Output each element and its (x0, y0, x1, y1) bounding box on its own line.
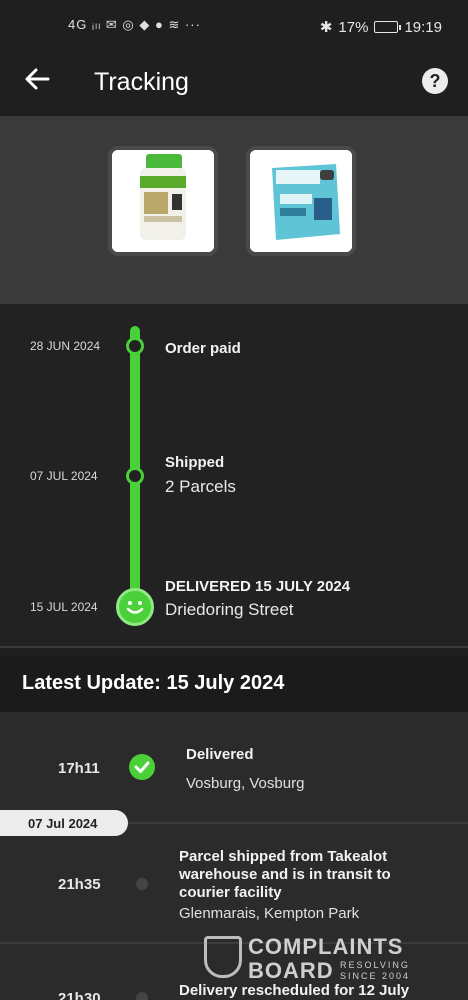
status-right: ✱ 17% 19:19 (319, 18, 442, 37)
timeline-step-title: Shipped (165, 454, 225, 471)
event-title: Delivery rescheduled for 12 July (179, 982, 410, 999)
timeline-date: 07 JUL 2024 (30, 469, 98, 483)
shield-logo-icon (204, 936, 242, 978)
event-title: Parcel shipped from Takealot warehouse a… (179, 848, 391, 901)
timeline-step-subtitle: Driedoring Street (165, 600, 294, 619)
timeline-step-title: Order paid (165, 340, 241, 357)
timeline-step-subtitle: 2 Parcels (165, 477, 236, 496)
page-title: Tracking (94, 68, 189, 96)
latest-update-title: Latest Update: 15 July 2024 (22, 672, 285, 694)
latest-update-header: Latest Update: 15 July 2024 (0, 656, 468, 712)
divider (128, 822, 468, 824)
event-time: 21h35 (58, 876, 101, 893)
date-pill: 07 Jul 2024 (0, 810, 128, 836)
help-icon[interactable]: ? (422, 68, 448, 94)
event-dot (136, 878, 148, 890)
app-bar: Tracking ? (0, 54, 468, 116)
battery-percent: 17% (338, 18, 369, 36)
watermark-small1: RESOLVING (340, 960, 410, 970)
check-icon (129, 754, 155, 780)
event-dot (136, 992, 148, 1000)
bluetooth-icon: ✱ (319, 19, 333, 36)
timeline-date: 15 JUL 2024 (30, 600, 98, 614)
watermark-line1: COMPLAINTS (248, 934, 404, 959)
timeline-step-title: DELIVERED 15 JULY 2024 (165, 578, 351, 595)
timeline-node (126, 337, 144, 355)
event-time: 21h30 (58, 990, 101, 1000)
status-icons: 4G ᵢₗₗ ✉ ◎ ◆ ● ≋ ··· (68, 17, 201, 32)
status-bar: 4G ᵢₗₗ ✉ ◎ ◆ ● ≋ ··· ✱ 17% 19:19 (0, 0, 468, 54)
clock: 19:19 (404, 18, 442, 36)
divider (0, 646, 468, 648)
smiley-face-icon (116, 588, 154, 626)
complaints-board-watermark: COMPLAINTS BOARD RESOLVING SINCE 2004 (204, 934, 426, 983)
event-title: Delivered (186, 746, 254, 763)
back-arrow-icon[interactable] (24, 66, 50, 96)
watermark-small2: SINCE 2004 (340, 971, 411, 981)
timeline-date: 28 JUN 2024 (30, 339, 101, 353)
product-image-ashwagandha[interactable] (108, 146, 218, 256)
product-image-fertipil[interactable] (246, 146, 356, 256)
watermark-line2: BOARD (248, 958, 334, 983)
event-location: Vosburg, Vosburg (186, 775, 305, 792)
battery-icon (374, 21, 402, 33)
event-location: Glenmarais, Kempton Park (179, 905, 360, 922)
product-thumbnails (0, 116, 468, 304)
timeline-node (126, 467, 144, 485)
event-time: 17h11 (58, 760, 100, 777)
tracking-timeline: 28 JUN 2024 Order paid 07 JUL 2024 Shipp… (0, 304, 468, 646)
